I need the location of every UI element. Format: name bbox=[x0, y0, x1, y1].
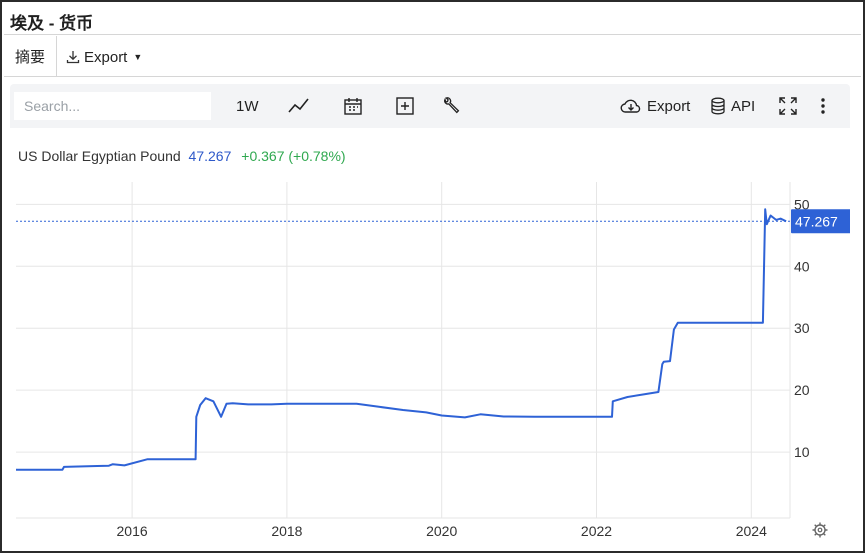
x-tick-label: 2020 bbox=[426, 523, 457, 539]
legend-series-name: US Dollar Egyptian Pound bbox=[18, 148, 181, 164]
interval-button[interactable]: 1W bbox=[236, 92, 259, 120]
legend-change: +0.367 (+0.78%) bbox=[241, 148, 346, 164]
export-dropdown[interactable]: Export ▼ bbox=[66, 46, 142, 68]
cloud-download-icon bbox=[620, 98, 642, 114]
last-price-label: 47.267 bbox=[795, 213, 838, 229]
x-tick-label: 2016 bbox=[117, 523, 148, 539]
tab-bar: 摘要 Export ▼ bbox=[4, 36, 861, 77]
chart-toolbar: 1W Export API bbox=[10, 84, 850, 128]
window-frame: 埃及 - 货币 摘要 Export ▼ 1W bbox=[0, 0, 865, 553]
y-tick-label: 30 bbox=[794, 320, 810, 336]
last-price-tag: 47.267 bbox=[791, 209, 851, 234]
api-button-label: API bbox=[731, 97, 756, 115]
export-button[interactable]: Export bbox=[620, 92, 690, 120]
gear-icon[interactable] bbox=[812, 522, 828, 538]
title-bar: 埃及 - 货币 bbox=[4, 4, 861, 35]
caret-down-icon: ▼ bbox=[133, 52, 143, 62]
export-button-label: Export bbox=[647, 97, 691, 115]
chart-legend: US Dollar Egyptian Pound 47.267 +0.367 (… bbox=[18, 148, 346, 164]
search-input[interactable] bbox=[14, 92, 211, 120]
y-tick-label: 20 bbox=[794, 382, 810, 398]
y-tick-label: 40 bbox=[794, 258, 810, 274]
line-chart-icon[interactable] bbox=[288, 92, 310, 120]
database-icon bbox=[710, 97, 726, 115]
add-indicator-icon[interactable] bbox=[395, 92, 415, 120]
chart-panel: 1W Export API bbox=[10, 84, 851, 544]
tab-summary[interactable]: 摘要 bbox=[4, 36, 57, 77]
y-tick-label: 10 bbox=[794, 444, 810, 460]
download-icon bbox=[66, 50, 80, 64]
x-tick-label: 2024 bbox=[736, 523, 767, 539]
calendar-icon[interactable] bbox=[343, 92, 363, 120]
page-title: 埃及 - 货币 bbox=[10, 14, 94, 33]
x-tick-label: 2018 bbox=[271, 523, 302, 539]
x-tick-label: 2022 bbox=[581, 523, 612, 539]
fullscreen-icon[interactable] bbox=[778, 92, 798, 120]
chart-area[interactable]: 10 20 30 40 50 2016 2018 2020 2022 2024 47.267 US… bbox=[10, 128, 851, 544]
legend-price: 47.267 bbox=[188, 148, 232, 164]
wrench-icon[interactable] bbox=[441, 92, 461, 120]
more-options-icon[interactable] bbox=[820, 92, 826, 120]
export-label: Export bbox=[84, 48, 128, 66]
price-chart[interactable]: 10203040502016 2018 2020 2022 2024 47.267 bbox=[10, 128, 851, 544]
api-button[interactable]: API bbox=[710, 92, 755, 120]
price-line bbox=[16, 208, 787, 471]
